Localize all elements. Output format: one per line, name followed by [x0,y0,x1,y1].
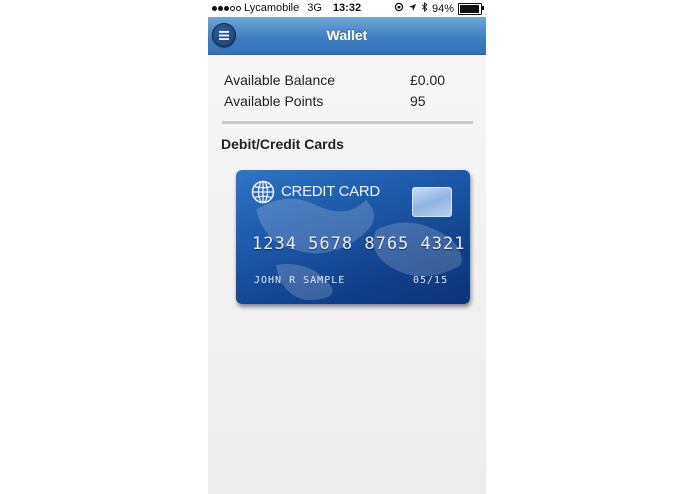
card-holder-name: JOHN R SAMPLE [254,275,346,286]
card-number: 1234 5678 8765 4321 [252,234,466,254]
globe-icon [251,180,275,204]
divider [222,121,473,124]
available-balance-label: Available Balance [224,72,336,88]
credit-card[interactable]: CREDIT CARD 1234 5678 8765 4321 JOHN R S… [236,170,470,304]
card-expiry: 05/15 [413,275,449,286]
available-points-value: 95 [410,93,426,109]
location-arrow-icon [408,3,417,15]
battery-percent: 94% [431,2,454,15]
available-balance-value: £0.00 [410,72,446,88]
card-brand-label: CREDIT CARD [281,183,380,200]
header-bar: Wallet [208,17,486,55]
battery-icon [458,2,484,15]
card-chip [412,187,452,217]
bluetooth-icon [421,1,428,15]
page-title: Wallet [326,27,368,43]
status-bar-right: 94% [394,1,484,15]
status-bar: Lycamobile 3G 13:32 94% [208,0,486,17]
available-points-label: Available Points [224,93,324,109]
cards-section-title: Debit/Credit Cards [221,136,344,152]
rotation-lock-icon [394,2,404,15]
phone-screen: Lycamobile 3G 13:32 94% Wallet Available… [208,0,486,494]
